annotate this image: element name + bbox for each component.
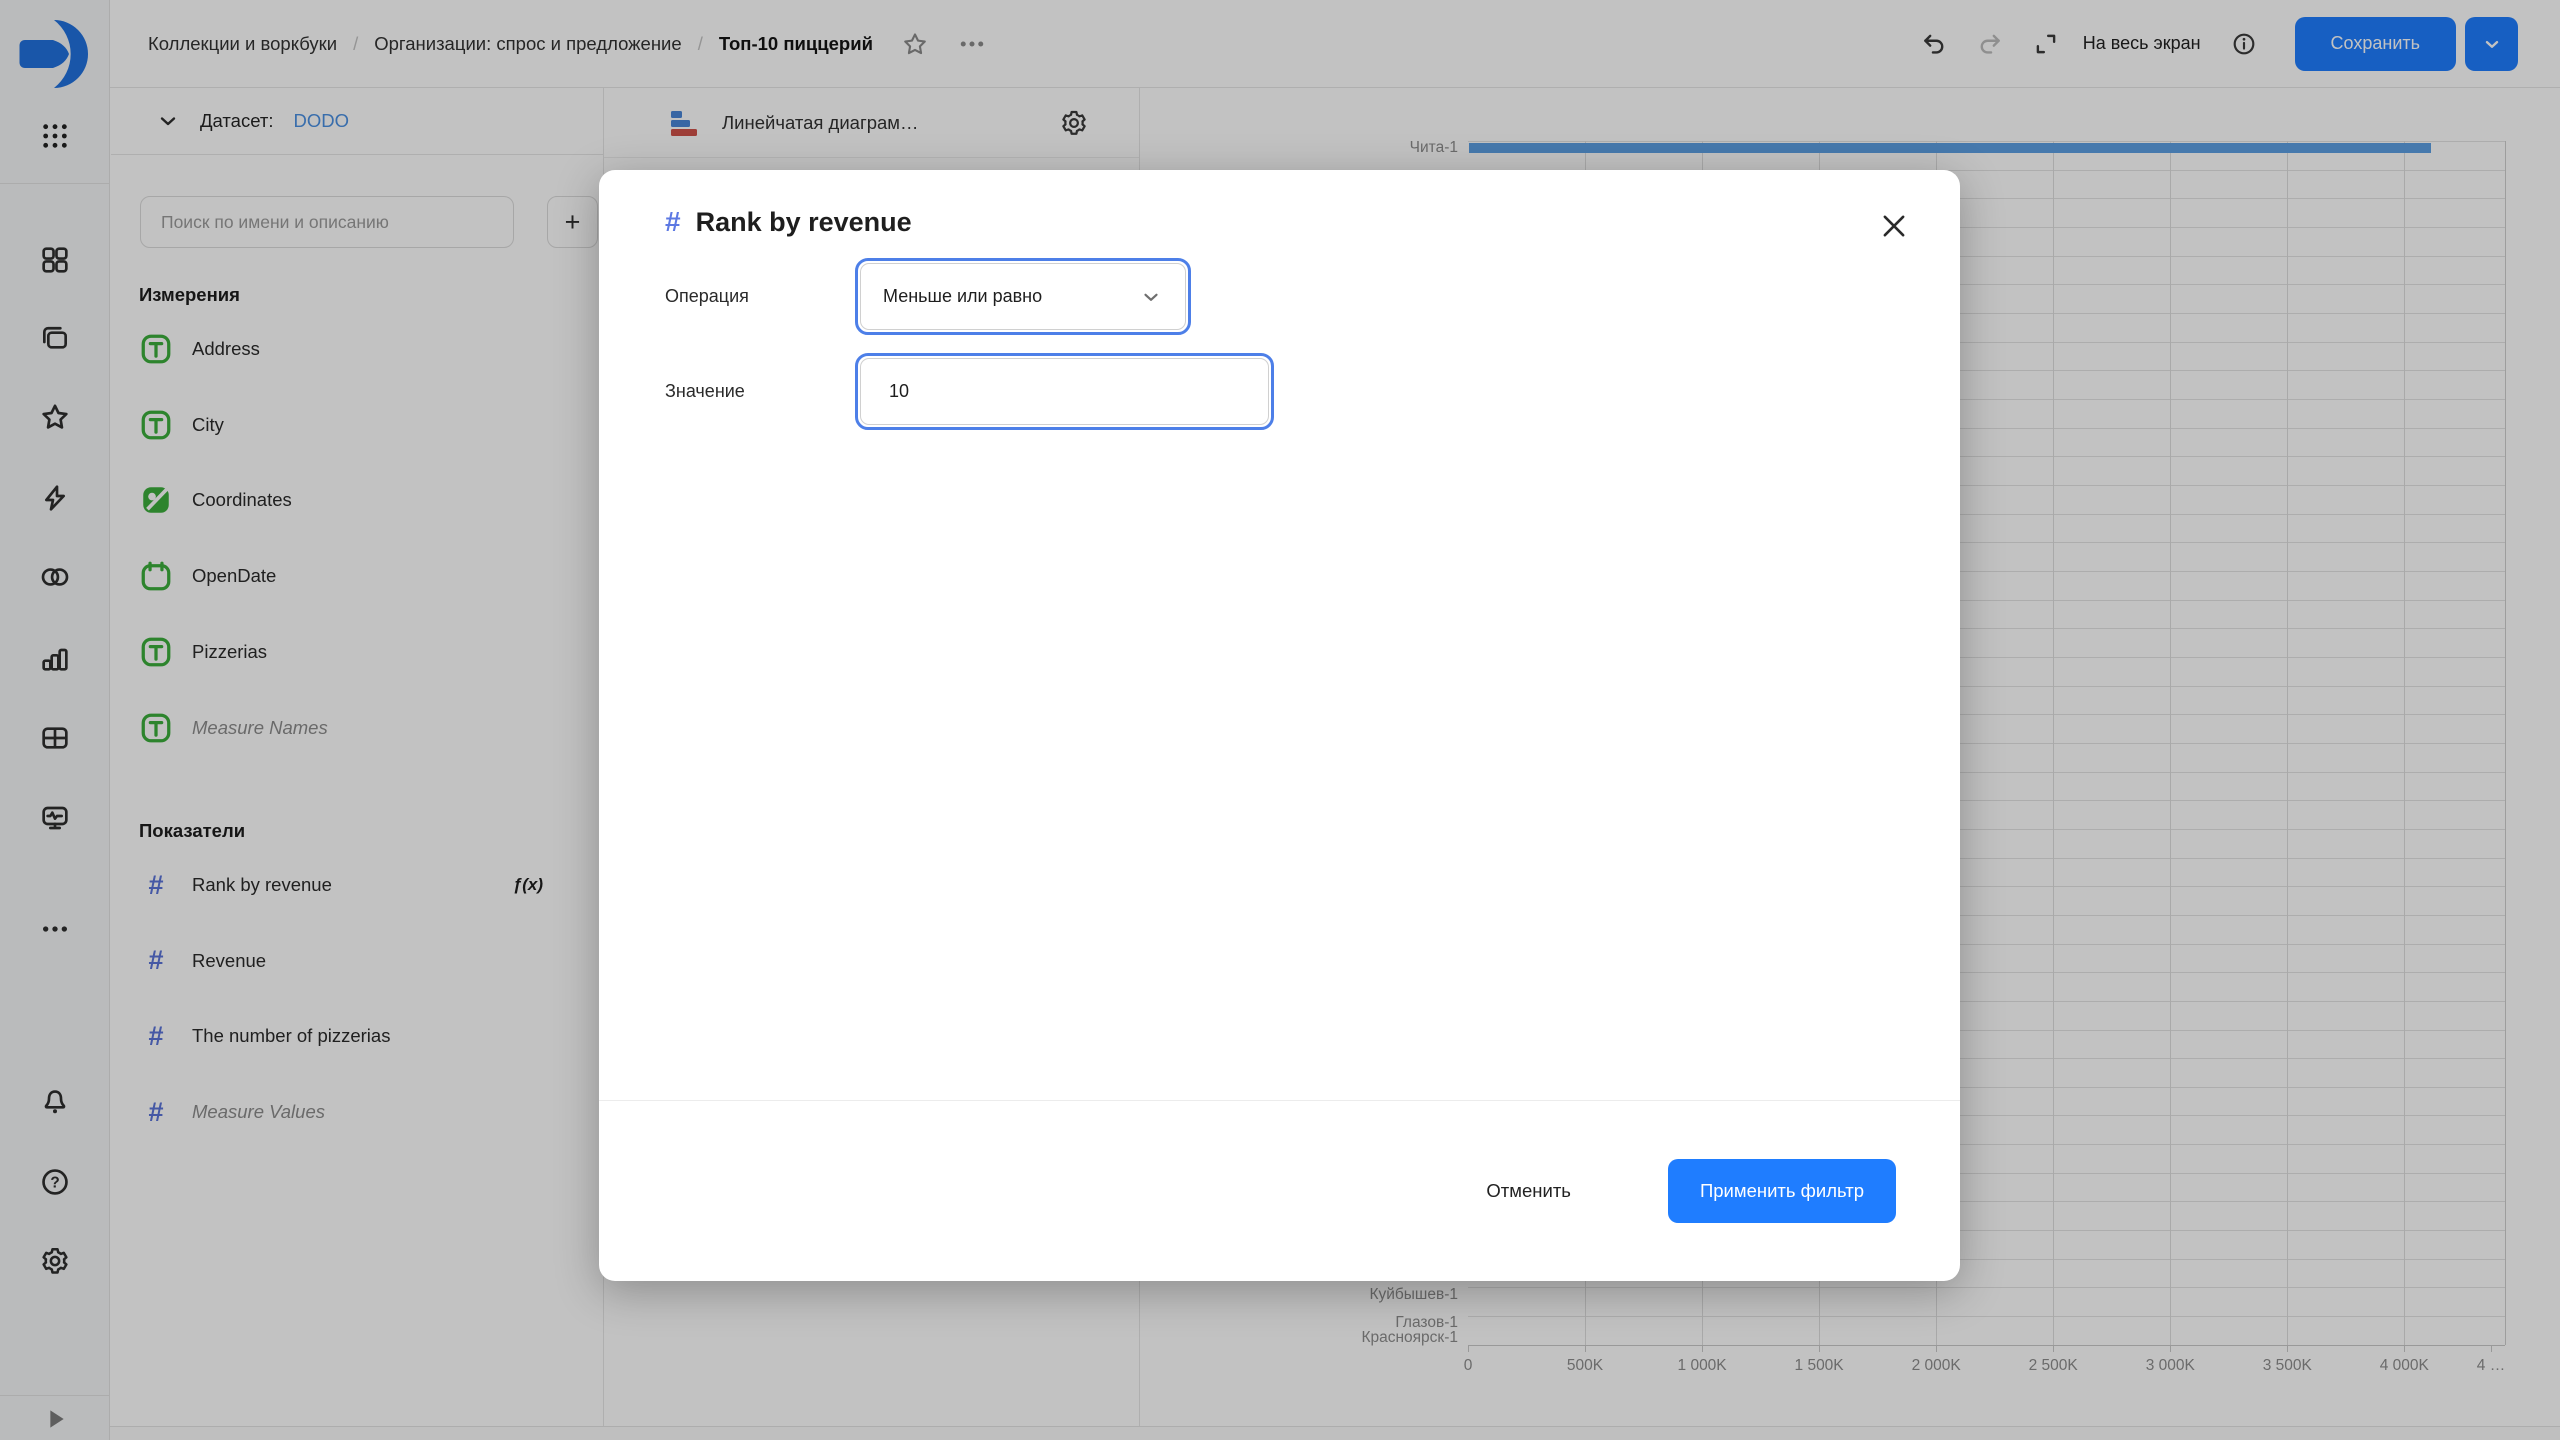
cancel-button[interactable]: Отменить xyxy=(1480,1170,1577,1212)
value-label: Значение xyxy=(665,381,855,402)
operation-select[interactable]: Меньше или равно xyxy=(860,263,1186,330)
operation-select-focus-ring: Меньше или равно xyxy=(855,258,1191,335)
filter-value-input[interactable] xyxy=(860,358,1269,425)
close-icon[interactable] xyxy=(1878,210,1910,242)
dialog-title: Rank by revenue xyxy=(696,207,912,238)
operation-select-value: Меньше или равно xyxy=(883,286,1042,307)
operation-label: Операция xyxy=(665,286,855,307)
app-window: Коллекции и воркбуки / Организации: спро… xyxy=(0,0,2560,1440)
apply-filter-button[interactable]: Применить фильтр xyxy=(1668,1159,1896,1223)
measure-hash-icon: # xyxy=(665,206,681,238)
dialog-footer: Отменить Применить фильтр xyxy=(599,1100,1960,1281)
filter-dialog: # Rank by revenue Операция Меньше или ра… xyxy=(599,170,1960,1281)
value-input-focus-ring xyxy=(855,353,1274,430)
chevron-down-icon xyxy=(1139,285,1163,309)
